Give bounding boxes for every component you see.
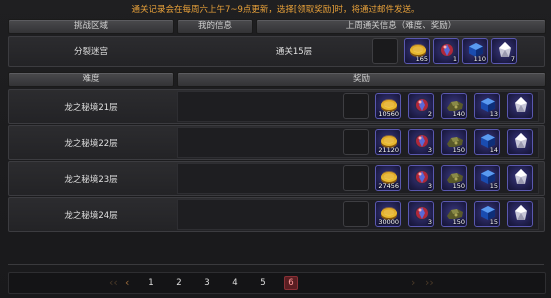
double-chevron-left-icon[interactable]: ‹‹ bbox=[109, 276, 118, 290]
chevron-right-icon[interactable]: › bbox=[411, 276, 415, 290]
reward-item[interactable]: 15 bbox=[474, 165, 500, 191]
reward-item[interactable] bbox=[507, 129, 533, 155]
reward-item[interactable]: 3 bbox=[408, 165, 434, 191]
reward-item[interactable]: 15 bbox=[474, 201, 500, 227]
page-button-1[interactable]: 1 bbox=[144, 276, 158, 290]
header-challenge-area: 挑战区域 bbox=[8, 19, 174, 34]
item-count: 3 bbox=[427, 146, 432, 154]
difficulty-name: 龙之秘境24层 bbox=[64, 211, 118, 221]
reward-item[interactable]: 150 bbox=[441, 165, 467, 191]
item-count: 150 bbox=[452, 146, 465, 154]
header-my-info: 我的信息 bbox=[177, 19, 253, 34]
page-button-6[interactable]: 6 bbox=[284, 276, 298, 290]
reward-item[interactable]: 3 bbox=[408, 201, 434, 227]
item-count: 110 bbox=[473, 55, 486, 63]
item-count: 14 bbox=[489, 146, 498, 154]
reward-item[interactable]: 110 bbox=[462, 38, 488, 64]
item-count: 15 bbox=[489, 182, 498, 190]
double-chevron-right-icon[interactable]: ›› bbox=[425, 276, 434, 290]
difficulty-row: 龙之秘境22层 21120 3 150 14 bbox=[8, 125, 545, 160]
reward-item[interactable]: 3 bbox=[408, 129, 434, 155]
item-count: 2 bbox=[427, 110, 432, 118]
reward-item[interactable]: 165 bbox=[404, 38, 430, 64]
item-count: 27456 bbox=[378, 182, 399, 190]
reward-item[interactable]: 1 bbox=[433, 38, 459, 64]
summary-my-info: 通关15层 bbox=[275, 47, 313, 57]
chevron-left-icon[interactable]: ‹ bbox=[125, 276, 129, 290]
empty-slot bbox=[343, 93, 369, 119]
header-last-week-info: 上周通关信息（难度、奖励） bbox=[256, 19, 546, 34]
page-button-5[interactable]: 5 bbox=[256, 276, 270, 290]
difficulty-name: 龙之秘境21层 bbox=[64, 103, 118, 113]
header-reward: 奖励 bbox=[177, 72, 546, 87]
difficulty-name: 龙之秘境23层 bbox=[64, 175, 118, 185]
difficulty-row: 龙之秘境21层 10560 2 140 13 bbox=[8, 89, 545, 124]
item-count: 13 bbox=[489, 110, 498, 118]
page-button-3[interactable]: 3 bbox=[200, 276, 214, 290]
summary-empty-slot bbox=[372, 38, 398, 64]
item-count: 3 bbox=[427, 218, 432, 226]
reward-item[interactable]: 10560 bbox=[375, 93, 401, 119]
item-count: 7 bbox=[510, 55, 515, 63]
empty-slot bbox=[343, 129, 369, 155]
reward-item[interactable]: 14 bbox=[474, 129, 500, 155]
empty-slot bbox=[343, 201, 369, 227]
divider bbox=[8, 264, 544, 265]
dungeon-record-window: 通关记录会在每周六上午7~9点更新，选择[领取奖励]时，将通过邮件发送。 挑战区… bbox=[0, 0, 551, 298]
item-count: 10560 bbox=[378, 110, 399, 118]
pagination: ‹‹ ‹ 123456 › ›› bbox=[8, 272, 546, 294]
reward-item[interactable]: 7 bbox=[491, 38, 517, 64]
reward-item[interactable]: 27456 bbox=[375, 165, 401, 191]
item-count: 30000 bbox=[378, 218, 399, 226]
reward-item[interactable]: 13 bbox=[474, 93, 500, 119]
item-count: 140 bbox=[452, 110, 465, 118]
page-button-4[interactable]: 4 bbox=[228, 276, 242, 290]
reward-item[interactable]: 140 bbox=[441, 93, 467, 119]
reward-item[interactable]: 2 bbox=[408, 93, 434, 119]
reward-item[interactable] bbox=[507, 165, 533, 191]
item-count: 150 bbox=[452, 182, 465, 190]
item-count: 21120 bbox=[378, 146, 399, 154]
summary-row: 分裂迷宫 通关15层 165 1 110 7 bbox=[8, 36, 545, 67]
item-count: 3 bbox=[427, 182, 432, 190]
item-count: 15 bbox=[489, 218, 498, 226]
difficulty-row: 龙之秘境24层 30000 3 150 15 bbox=[8, 197, 545, 232]
difficulty-row: 龙之秘境23层 27456 3 150 15 bbox=[8, 161, 545, 196]
reward-item[interactable]: 150 bbox=[441, 201, 467, 227]
reward-item[interactable]: 150 bbox=[441, 129, 467, 155]
reward-item[interactable] bbox=[507, 201, 533, 227]
reward-item[interactable] bbox=[507, 93, 533, 119]
item-count: 150 bbox=[452, 218, 465, 226]
header-difficulty: 难度 bbox=[8, 72, 174, 87]
summary-area: 分裂迷宫 bbox=[73, 47, 108, 57]
page-button-2[interactable]: 2 bbox=[172, 276, 186, 290]
empty-slot bbox=[343, 165, 369, 191]
item-count: 1 bbox=[452, 55, 457, 63]
reward-item[interactable]: 21120 bbox=[375, 129, 401, 155]
item-count: 165 bbox=[415, 55, 428, 63]
reward-item[interactable]: 30000 bbox=[375, 201, 401, 227]
update-notice: 通关记录会在每周六上午7~9点更新，选择[领取奖励]时，将通过邮件发送。 bbox=[131, 5, 420, 15]
difficulty-name: 龙之秘境22层 bbox=[64, 139, 118, 149]
